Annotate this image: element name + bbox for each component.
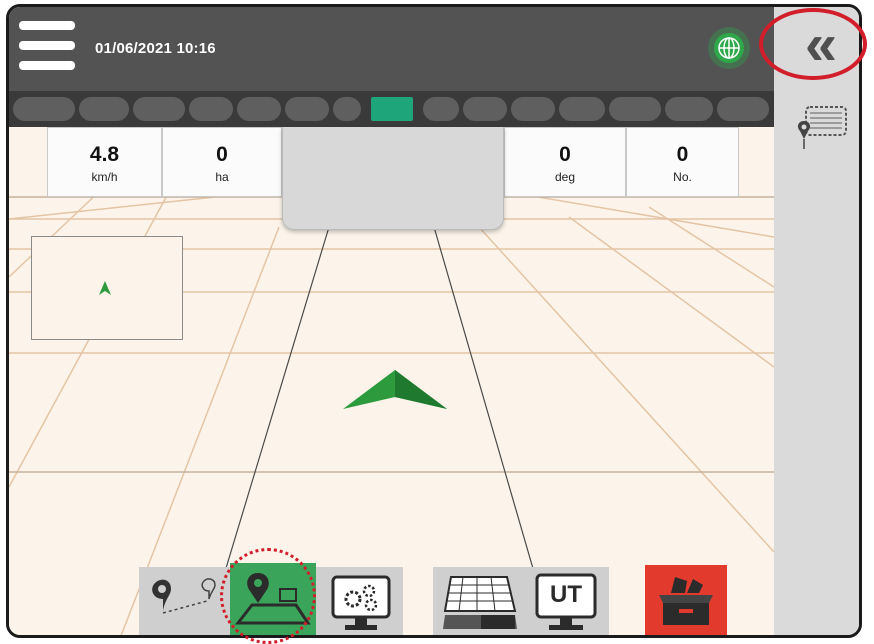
stat-unit: km/h <box>91 170 118 184</box>
gps-globe-icon[interactable] <box>706 25 752 71</box>
lightbar-segment <box>79 97 129 121</box>
status-bar: 01/06/2021 10:16 <box>9 7 774 91</box>
heading-readout[interactable]: 0 deg <box>504 127 626 197</box>
lightbar-segment <box>285 97 329 121</box>
lightbar <box>9 91 774 127</box>
side-panel: « <box>774 7 859 635</box>
lightbar-segment <box>423 97 459 121</box>
lightbar-center-segment <box>371 97 413 121</box>
mini-map[interactable] <box>31 236 183 340</box>
marking-point-icon[interactable] <box>141 569 227 635</box>
lightbar-segment <box>463 97 507 121</box>
stat-value: 0 <box>676 143 689 166</box>
stat-unit: ha <box>215 170 229 184</box>
lightbar-segment <box>133 97 185 121</box>
mini-map-vehicle-icon <box>99 281 111 295</box>
coverage-map-icon[interactable] <box>437 569 521 635</box>
lightbar-segment <box>13 97 75 121</box>
stat-value: 0 <box>559 143 571 166</box>
monitor-settings-icon[interactable] <box>319 569 401 635</box>
lightbar-segment <box>189 97 233 121</box>
ut-monitor-icon[interactable]: UT <box>525 569 607 635</box>
count-readout[interactable]: 0 No. <box>626 127 739 197</box>
guidance-screen: 01/06/2021 10:16 4.8 km/h 0 ha 0 deg 0 N… <box>6 4 862 638</box>
highlight-callout <box>759 8 867 80</box>
lightbar-segment <box>559 97 605 121</box>
highlight-callout <box>220 548 316 644</box>
stat-unit: No. <box>673 170 692 184</box>
lightbar-segment <box>511 97 555 121</box>
ut-label: UT <box>550 581 582 608</box>
lightbar-segment <box>237 97 281 121</box>
field-boundary-icon[interactable] <box>792 103 852 155</box>
stat-unit: deg <box>554 170 576 184</box>
stats-bar: 4.8 km/h 0 ha 0 deg 0 No. <box>47 127 739 230</box>
bottom-toolbar: UT <box>9 557 774 635</box>
speed-readout[interactable]: 4.8 km/h <box>47 127 162 197</box>
lightbar-segment <box>717 97 769 121</box>
lightbar-segment <box>665 97 713 121</box>
area-readout[interactable]: 0 ha <box>162 127 282 197</box>
stat-value: 4.8 <box>89 143 120 166</box>
lightbar-segment <box>609 97 661 121</box>
lightbar-segment <box>333 97 361 121</box>
hamburger-menu-icon[interactable] <box>19 21 75 71</box>
date-time: 01/06/2021 10:16 <box>95 40 216 57</box>
center-pulldown-tab[interactable] <box>282 127 504 230</box>
job-box-icon <box>659 577 713 625</box>
close-job-icon[interactable] <box>645 565 727 635</box>
stat-value: 0 <box>216 143 228 166</box>
